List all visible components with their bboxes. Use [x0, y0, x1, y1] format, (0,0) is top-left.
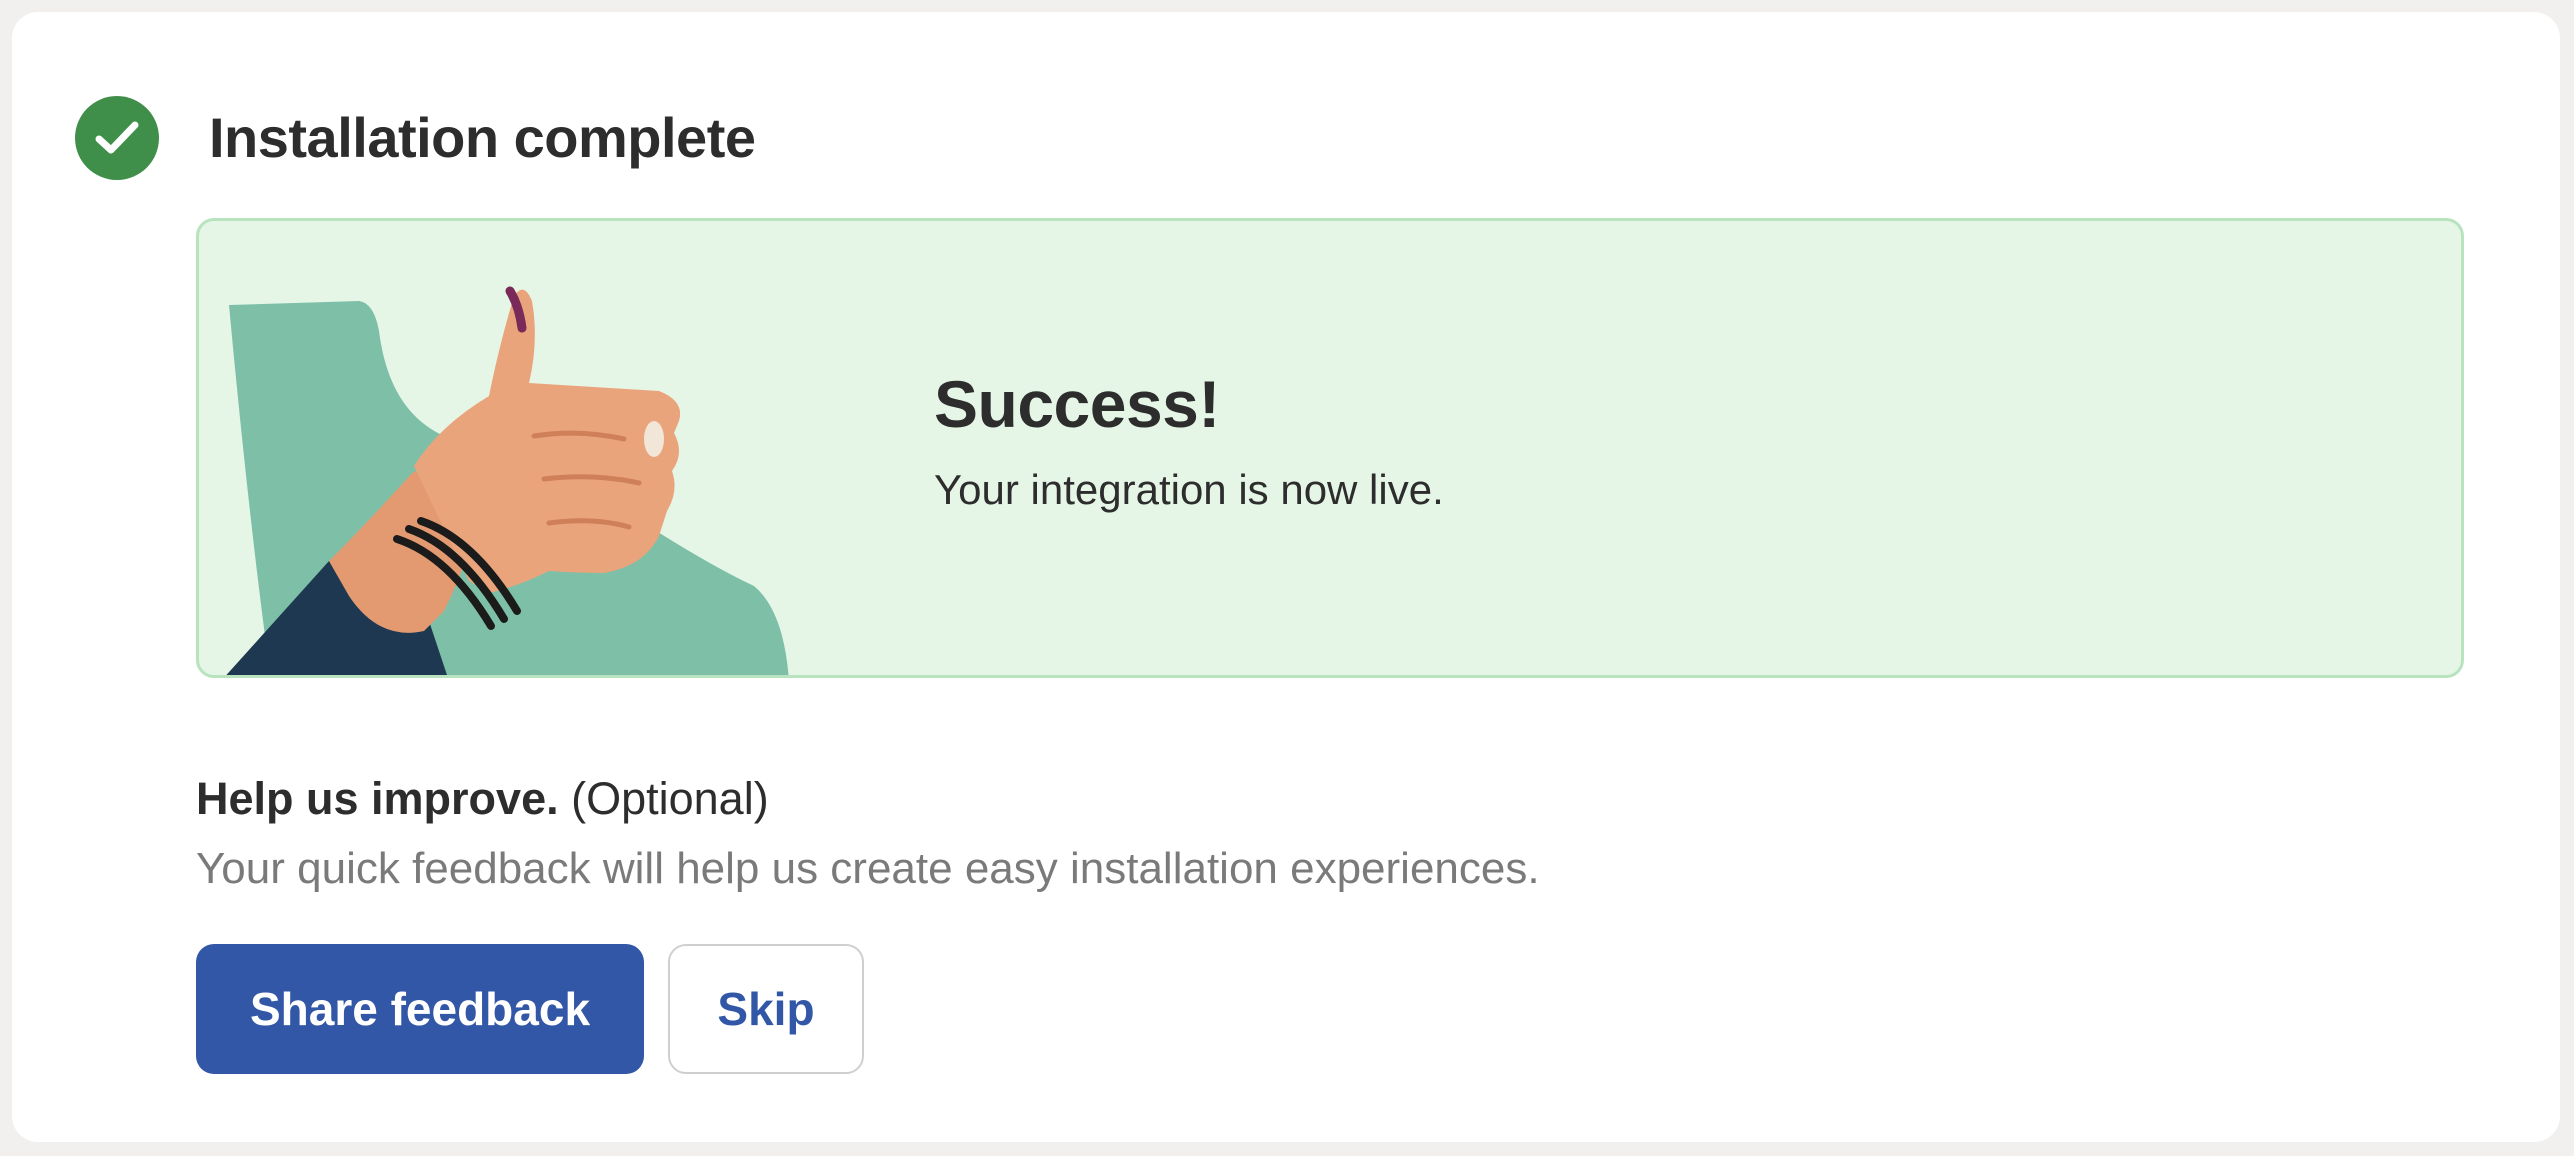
feedback-heading: Help us improve. (Optional) [196, 776, 1540, 821]
installation-card: Installation complete Success! Your inte… [12, 12, 2560, 1142]
feedback-optional-label: (Optional) [571, 773, 769, 824]
action-buttons: Share feedback Skip [196, 944, 864, 1074]
share-feedback-button[interactable]: Share feedback [196, 944, 644, 1074]
feedback-description: Your quick feedback will help us create … [196, 844, 1540, 893]
feedback-section: Help us improve. (Optional) Your quick f… [196, 776, 1540, 891]
page-title: Installation complete [209, 106, 756, 169]
success-heading: Success! [934, 367, 1220, 441]
success-banner: Success! Your integration is now live. [196, 218, 2464, 678]
success-message: Your integration is now live. [934, 466, 1444, 513]
thumbs-up-illustration [226, 286, 789, 675]
check-circle-icon [75, 96, 159, 180]
feedback-title: Help us improve. [196, 773, 559, 824]
banner-text: Success! Your integration is now live. [934, 371, 1444, 511]
card-header: Installation complete [75, 96, 756, 180]
skip-button[interactable]: Skip [668, 944, 864, 1074]
